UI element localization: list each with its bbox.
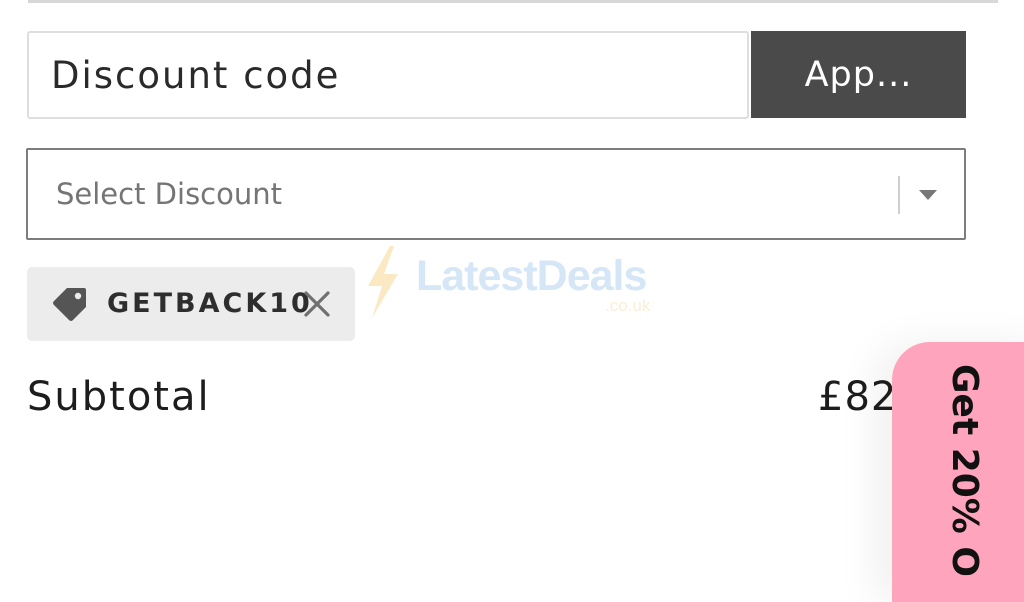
discount-code-input[interactable]: [27, 31, 749, 119]
watermark: LatestDeals .co.uk: [360, 244, 680, 324]
discount-code-label: GETBACK10: [107, 288, 313, 319]
top-divider: [28, 0, 998, 3]
subtotal-label: Subtotal: [27, 374, 211, 420]
select-separator: [898, 176, 900, 214]
close-icon[interactable]: [301, 288, 333, 320]
select-discount-placeholder: Select Discount: [56, 177, 282, 211]
promo-tab-label: Get 20% O: [944, 364, 985, 578]
applied-discount-chip: GETBACK10: [27, 267, 355, 341]
subtotal-value: £82: [818, 374, 898, 420]
promo-tab[interactable]: Get 20% O: [892, 342, 1024, 602]
lightning-bolt-icon: [368, 246, 398, 318]
select-discount-dropdown[interactable]: Select Discount: [26, 148, 966, 240]
apply-button[interactable]: App...: [751, 31, 966, 118]
watermark-domain: .co.uk: [605, 296, 651, 315]
tag-icon: [53, 288, 86, 321]
watermark-brand: LatestDeals: [416, 252, 647, 300]
chevron-down-icon[interactable]: [917, 188, 939, 202]
